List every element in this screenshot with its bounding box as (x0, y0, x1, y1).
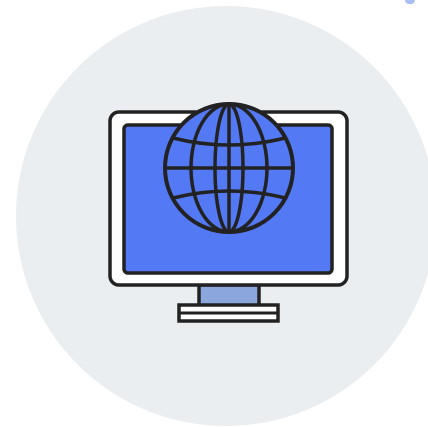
monitor-globe-illustration (16, 6, 428, 426)
globe-icon (163, 102, 295, 234)
illustration-canvas (0, 0, 428, 427)
